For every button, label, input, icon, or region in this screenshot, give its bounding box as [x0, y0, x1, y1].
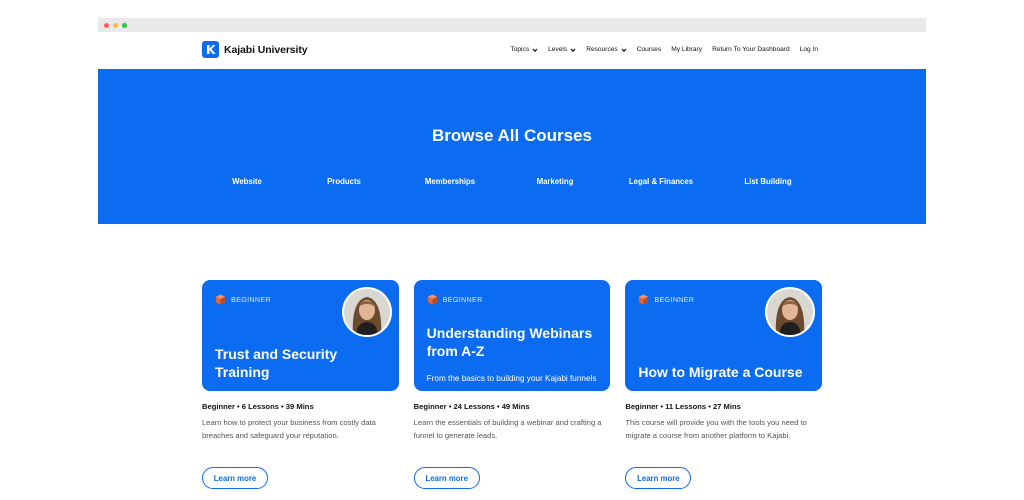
course-banner-title: How to Migrate a Course [638, 364, 803, 380]
category-memberships[interactable]: Memberships [396, 177, 504, 186]
browser-chrome [98, 18, 926, 32]
nav-return-dashboard[interactable]: Return To Your Dashboard [712, 46, 790, 53]
level-label: BEGINNER [231, 295, 271, 304]
browser-window: Kajabi University Topics Levels Resource… [98, 18, 926, 500]
category-legal-finances[interactable]: Legal & Finances [606, 177, 716, 186]
cube-icon [215, 294, 226, 305]
course-banner-subtitle: From the basics to building your Kajabi … [426, 374, 597, 383]
course-banner-title: Trust and Security Training [215, 346, 338, 380]
learn-more-button[interactable]: Learn more [202, 467, 268, 489]
site-logo[interactable]: Kajabi University [202, 41, 308, 58]
hero-banner: Browse All Courses Website Products Memb… [98, 69, 926, 224]
course-card[interactable]: BEGINNER How to Migrate a Course Beginne… [625, 280, 823, 489]
nav-topics[interactable]: Topics [510, 46, 538, 53]
nav-my-library[interactable]: My Library [671, 46, 702, 53]
category-website[interactable]: Website [202, 177, 292, 186]
close-window-dot[interactable] [104, 22, 109, 28]
site-header: Kajabi University Topics Levels Resource… [98, 32, 926, 69]
level-tag: BEGINNER [427, 294, 483, 305]
instructor-photo [343, 289, 390, 335]
nav-resources[interactable]: Resources [586, 46, 627, 53]
maximize-window-dot[interactable] [122, 22, 127, 28]
course-banner[interactable]: BEGINNER How to Migrate a Course [625, 280, 823, 391]
cube-icon [639, 294, 649, 305]
level-tag: BEGINNER [215, 294, 271, 305]
minimize-window-dot[interactable] [113, 22, 118, 28]
instructor-avatar [765, 287, 816, 337]
level-label: BEGINNER [442, 295, 483, 304]
category-list-building[interactable]: List Building [716, 177, 820, 186]
instructor-photo [767, 289, 814, 335]
nav-resources-label: Resources [586, 46, 618, 53]
category-tabs: Website Products Memberships Marketing L… [202, 177, 822, 186]
course-banner[interactable]: BEGINNER Trust and Security Training [202, 280, 399, 391]
course-description: This course will provide you with the to… [625, 418, 807, 440]
chevron-down-icon [621, 48, 627, 52]
course-meta: Beginner • 11 Lessons • 27 Mins [625, 402, 741, 411]
course-card[interactable]: BEGINNER Trust and Security Training Beg… [202, 280, 399, 489]
learn-more-button[interactable]: Learn more [413, 467, 480, 489]
site-name: Kajabi University [224, 43, 308, 56]
course-meta: Beginner • 24 Lessons • 49 Mins [413, 402, 530, 411]
course-banner-title: Understanding Webinars from A-Z [426, 325, 593, 359]
page-title: Browse All Courses [432, 126, 592, 145]
course-banner[interactable]: BEGINNER Understanding Webinars from A-Z… [413, 280, 611, 391]
chevron-down-icon [532, 48, 538, 52]
nav-levels[interactable]: Levels [548, 46, 576, 53]
main-nav: Topics Levels Resources Courses My Libra… [510, 46, 818, 53]
category-marketing[interactable]: Marketing [504, 177, 606, 186]
category-products[interactable]: Products [292, 177, 396, 186]
course-grid: BEGINNER Trust and Security Training Beg… [202, 280, 823, 489]
learn-more-button[interactable]: Learn more [625, 467, 692, 489]
nav-topics-label: Topics [510, 46, 530, 53]
level-label: BEGINNER [654, 295, 695, 304]
course-description: Learn how to protect your business from … [202, 418, 376, 440]
chevron-down-icon [570, 48, 576, 52]
course-card[interactable]: BEGINNER Understanding Webinars from A-Z… [413, 280, 611, 489]
level-tag: BEGINNER [638, 294, 694, 305]
course-description: Learn the essentials of building a webin… [413, 418, 602, 440]
kajabi-logo-icon [202, 41, 219, 58]
cube-icon [427, 294, 437, 305]
instructor-avatar [341, 287, 392, 337]
course-meta: Beginner • 6 Lessons • 39 Mins [202, 402, 314, 411]
nav-levels-label: Levels [548, 46, 568, 53]
nav-log-in[interactable]: Log In [800, 46, 818, 53]
nav-courses[interactable]: Courses [637, 46, 662, 53]
